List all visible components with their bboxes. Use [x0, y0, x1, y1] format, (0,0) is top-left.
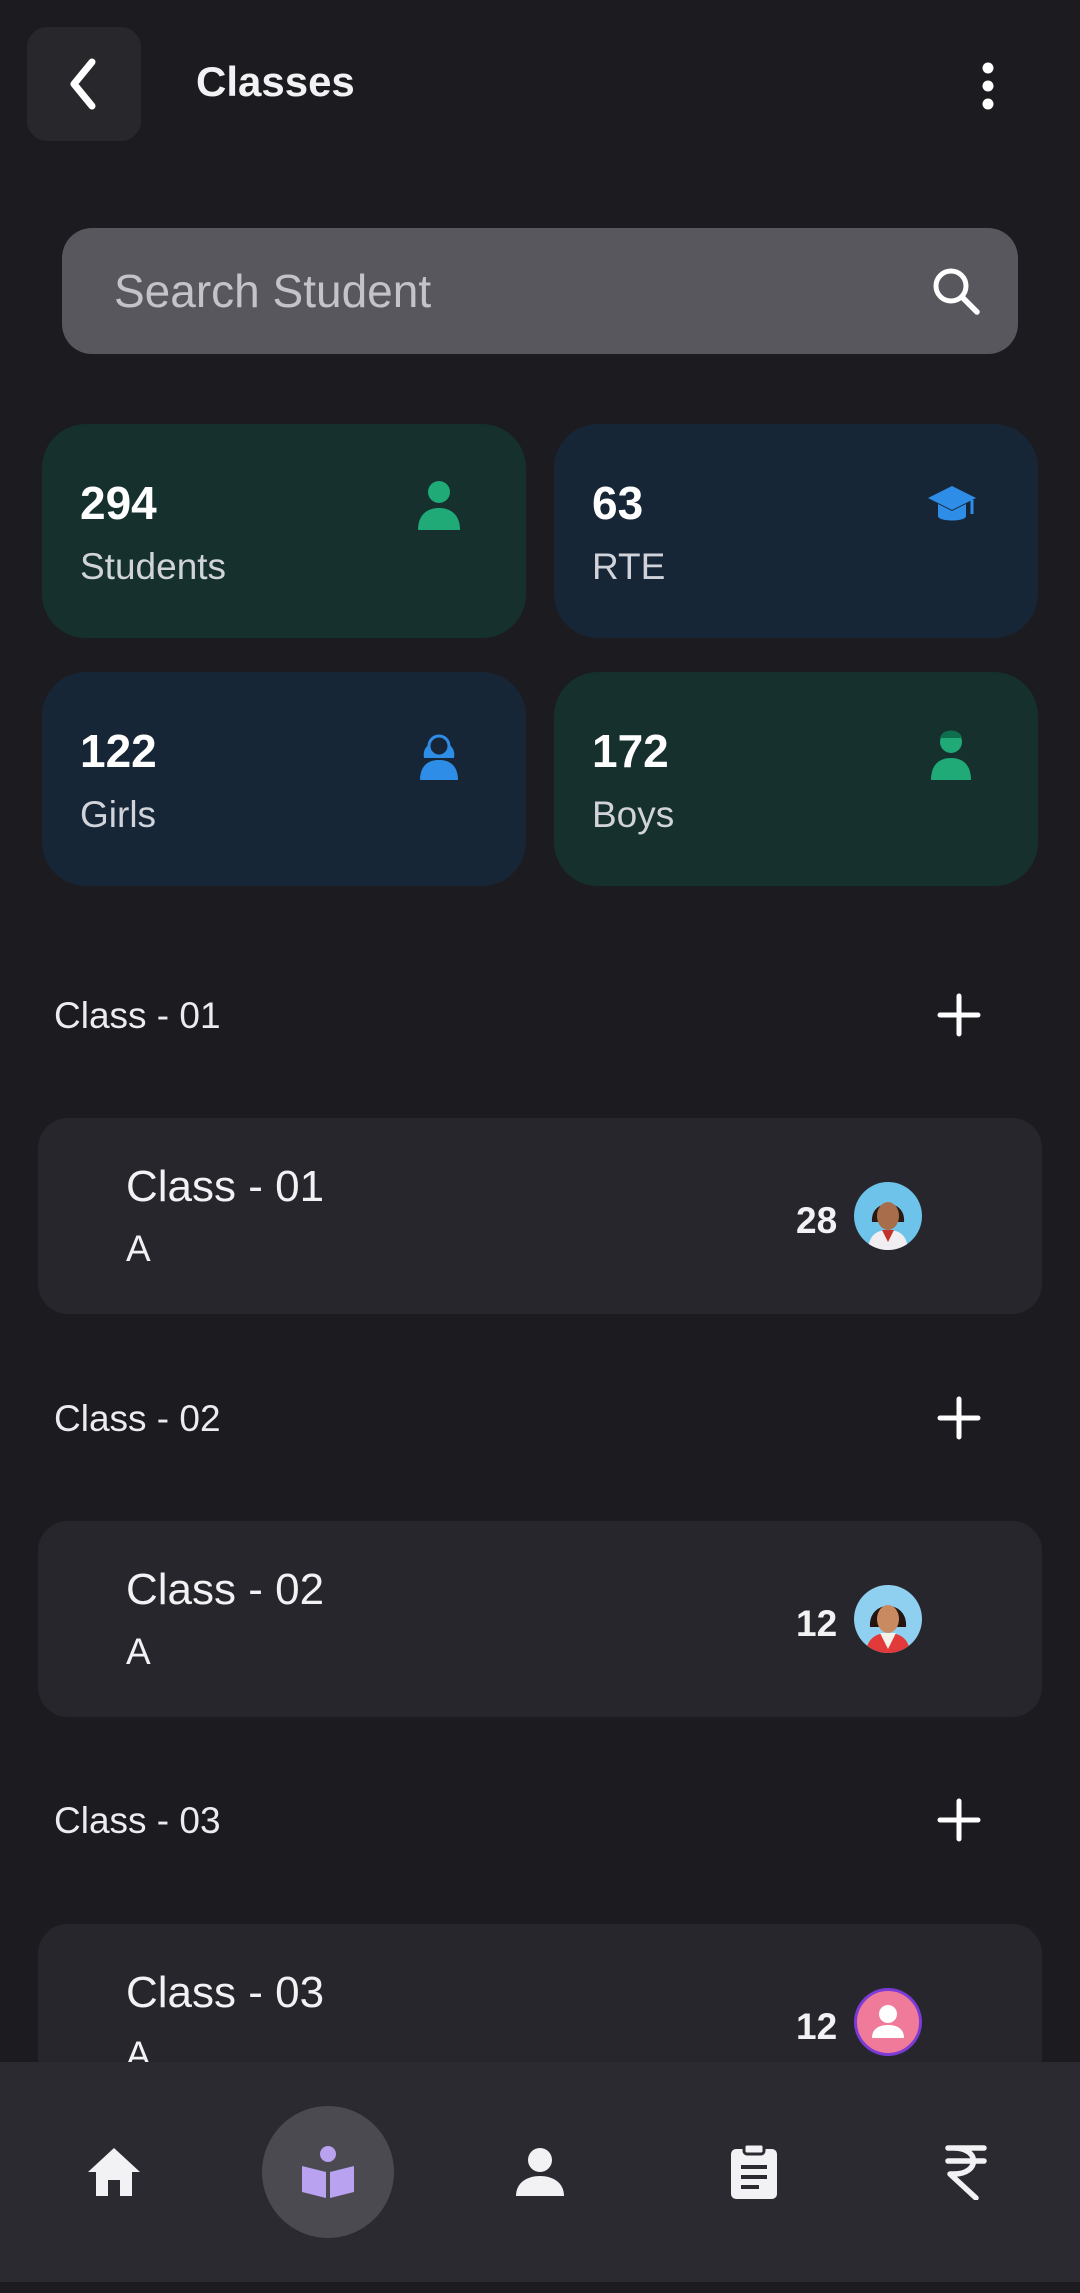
- class-card[interactable]: Class - 02 A 12: [38, 1521, 1042, 1717]
- student-count: 12: [796, 2006, 838, 2047]
- avatar: [854, 1988, 922, 2056]
- stat-card-students[interactable]: 294 Students: [42, 424, 526, 638]
- student-count: 12: [796, 1603, 838, 1644]
- add-class-button[interactable]: [930, 986, 988, 1044]
- add-class-button[interactable]: [930, 1389, 988, 1447]
- page-title: Classes: [196, 58, 355, 105]
- plus-icon: [937, 1798, 981, 1842]
- profile-icon: [516, 2148, 564, 2196]
- section-label: Class - 01: [54, 995, 221, 1036]
- more-options-button[interactable]: [960, 48, 1016, 124]
- search-icon[interactable]: [930, 265, 982, 317]
- class-name: Class - 03: [126, 1968, 325, 2017]
- add-class-button[interactable]: [930, 1791, 988, 1849]
- avatar: [854, 1585, 922, 1653]
- clipboard-icon: [731, 2143, 777, 2199]
- class-name: Class - 01: [126, 1162, 325, 1211]
- app-screen: Classes 294 Students 63 RTE: [0, 0, 1080, 2293]
- rupee-icon: [945, 2145, 987, 2200]
- class-section: A: [126, 1631, 151, 1672]
- default-avatar-icon: [854, 1988, 922, 2056]
- student-count: 28: [796, 1200, 838, 1241]
- nav-fees[interactable]: [900, 2106, 1032, 2238]
- search-bar: [62, 228, 1018, 354]
- nav-profile[interactable]: [474, 2106, 606, 2238]
- stat-card-boys[interactable]: 172 Boys: [554, 672, 1038, 886]
- stat-card-rte[interactable]: 63 RTE: [554, 424, 1038, 638]
- stat-label: Students: [80, 546, 227, 587]
- classes-book-icon: [302, 2146, 354, 2198]
- person-icon: [418, 481, 460, 530]
- girl-icon: [420, 734, 458, 780]
- nav-home[interactable]: [48, 2106, 180, 2238]
- class-card[interactable]: Class - 01 A 28: [38, 1118, 1042, 1314]
- plus-icon: [937, 993, 981, 1037]
- class-section: A: [126, 1228, 151, 1269]
- avatar: [854, 1182, 922, 1250]
- stat-label: Girls: [80, 794, 157, 835]
- section-label: Class - 03: [54, 1800, 221, 1841]
- class-name: Class - 02: [126, 1565, 325, 1614]
- section-label: Class - 02: [54, 1398, 221, 1439]
- graduation-cap-icon: [928, 486, 976, 521]
- plus-icon: [937, 1396, 981, 1440]
- search-input[interactable]: [114, 228, 894, 354]
- back-button[interactable]: [27, 27, 141, 141]
- stat-card-girls[interactable]: 122 Girls: [42, 672, 526, 886]
- boy-icon: [931, 730, 971, 780]
- stat-label: Boys: [592, 794, 675, 835]
- bottom-navigation: [0, 2062, 1080, 2282]
- nav-classes[interactable]: [262, 2106, 394, 2238]
- home-icon: [88, 2148, 140, 2196]
- chevron-left-icon: [70, 58, 96, 110]
- more-vertical-icon: [982, 62, 994, 110]
- nav-reports[interactable]: [688, 2106, 820, 2238]
- stat-label: RTE: [592, 546, 666, 587]
